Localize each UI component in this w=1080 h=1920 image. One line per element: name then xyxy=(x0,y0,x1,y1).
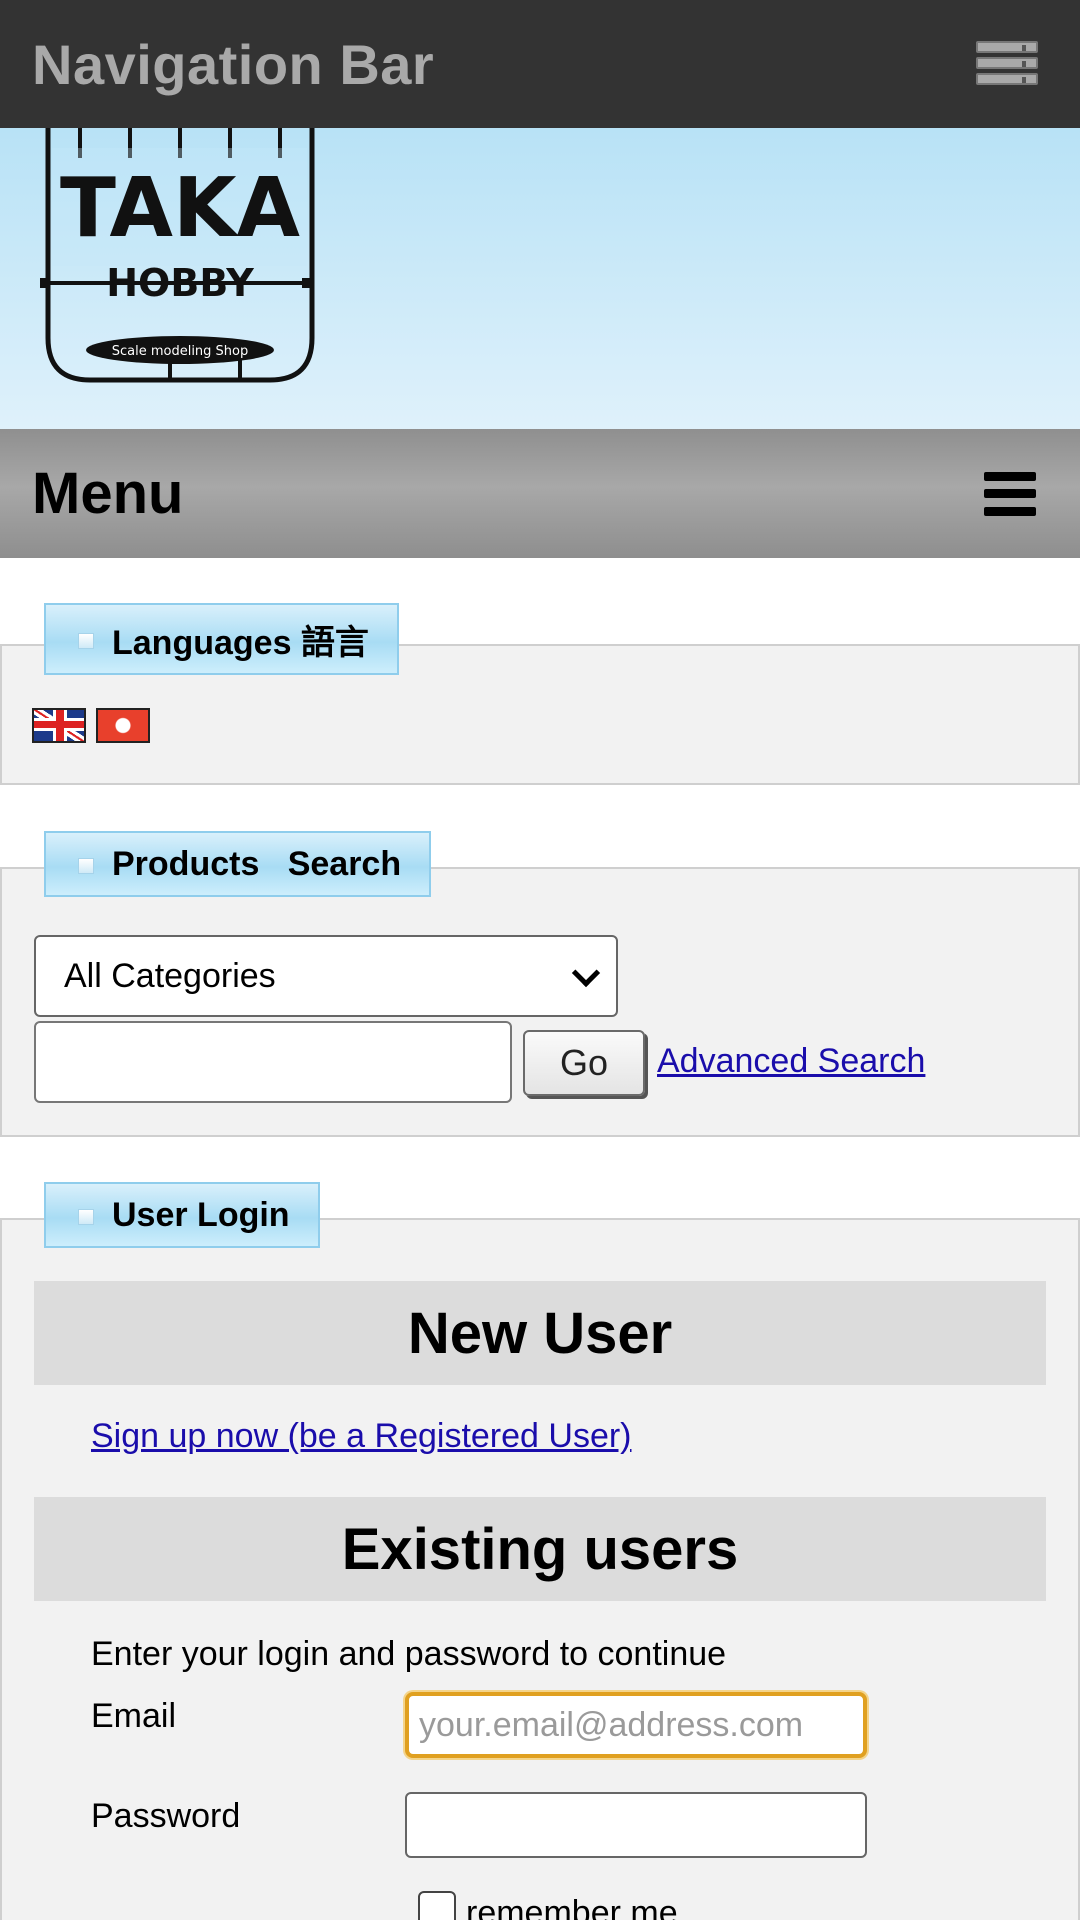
signup-link[interactable]: Sign up now (be a Registered User) xyxy=(91,1417,632,1456)
menu-title: Menu xyxy=(32,461,184,526)
languages-heading-text: Languages 語言 xyxy=(112,623,369,662)
navbar: Navigation Bar xyxy=(0,0,1080,128)
logo-text-sub: HOBBY xyxy=(106,261,254,305)
login-intro-text: Enter your login and password to continu… xyxy=(91,1635,727,1673)
advanced-search-link[interactable]: Advanced Search xyxy=(657,1042,925,1081)
bullet-icon xyxy=(78,633,94,649)
remember-me-checkbox[interactable] xyxy=(418,1891,456,1920)
email-field[interactable] xyxy=(405,1692,867,1758)
email-label: Email xyxy=(91,1697,177,1735)
languages-heading: Languages 語言 xyxy=(44,603,399,675)
logo-text-main: TAKA xyxy=(60,161,301,256)
server-stack-icon[interactable] xyxy=(976,39,1040,89)
products-search-heading: Products Search xyxy=(44,831,432,897)
new-user-title: New User xyxy=(34,1281,1046,1385)
search-input[interactable] xyxy=(34,1021,512,1103)
hamburger-icon[interactable] xyxy=(984,471,1036,516)
go-button[interactable]: Go xyxy=(523,1030,645,1096)
bullet-icon xyxy=(78,1209,94,1225)
taka-hobby-logo[interactable]: TAKA HOBBY Scale modeling Shop xyxy=(40,128,318,386)
uk-flag-icon[interactable] xyxy=(32,708,86,743)
password-label: Password xyxy=(91,1797,241,1835)
category-select[interactable]: All Categories xyxy=(34,935,618,1017)
chevron-down-icon xyxy=(571,958,601,988)
products-search-heading-text: Products Search xyxy=(112,844,402,883)
menu-bar: Menu xyxy=(0,429,1080,558)
site-header: TAKA HOBBY Scale modeling Shop xyxy=(0,128,1080,429)
server-stack-bar xyxy=(976,41,1038,53)
remember-me-label: remember me xyxy=(466,1894,678,1920)
navbar-title: Navigation Bar xyxy=(32,32,435,96)
category-select-value: All Categories xyxy=(64,956,276,995)
password-field[interactable] xyxy=(405,1792,867,1858)
hk-flag-icon[interactable] xyxy=(96,708,150,743)
language-flags xyxy=(32,708,150,743)
bullet-icon xyxy=(78,858,94,874)
existing-users-title: Existing users xyxy=(34,1497,1046,1601)
logo-text-tag: Scale modeling Shop xyxy=(112,344,249,359)
user-login-heading: User Login xyxy=(44,1182,320,1248)
server-stack-bar xyxy=(976,73,1038,85)
server-stack-bar xyxy=(976,57,1038,69)
user-login-heading-text: User Login xyxy=(112,1195,290,1234)
